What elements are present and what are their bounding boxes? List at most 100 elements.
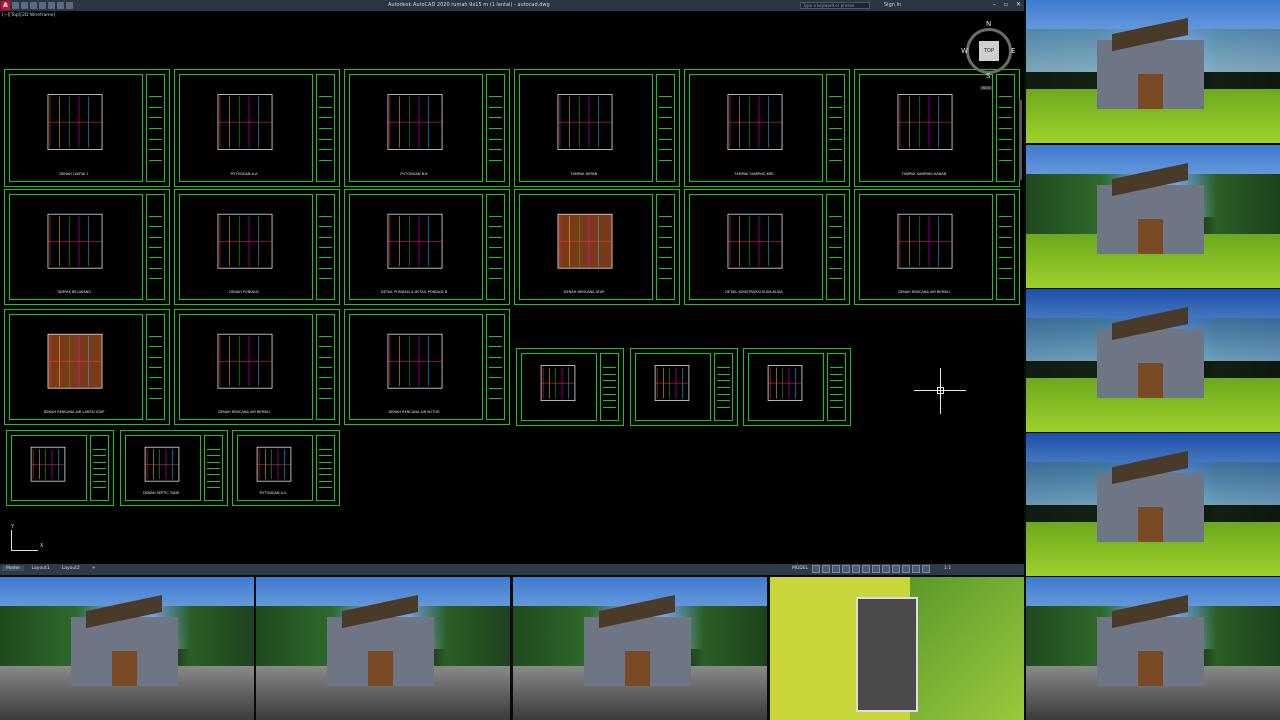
- compass-east[interactable]: E: [1011, 47, 1015, 55]
- new-icon[interactable]: [12, 2, 19, 9]
- sheet-drawing: [30, 446, 66, 482]
- drawing-sheet[interactable]: DETAIL PONDASI A DETAIL PONDASI B: [344, 189, 510, 305]
- drawing-sheet[interactable]: [6, 430, 114, 506]
- sheet-title: DENAH PONDASI: [229, 290, 259, 294]
- window-title: Autodesk AutoCAD 2020 rumah 9x15 m (1 la…: [388, 2, 550, 8]
- undo-icon[interactable]: [57, 2, 64, 9]
- title-bar: A Autodesk AutoCAD 2020 rumah 9x15 m (1 …: [0, 0, 1024, 11]
- snap-icon[interactable]: [822, 565, 830, 573]
- viewcube[interactable]: TOP N S E W WCS: [958, 20, 1022, 90]
- render-street-front-cyclist: [513, 577, 767, 720]
- viewcube-top-face[interactable]: TOP: [979, 41, 999, 61]
- transparency-icon[interactable]: [882, 565, 890, 573]
- layout-tabs: Model Layout1 Layout2 +: [2, 566, 100, 571]
- lineweight-icon[interactable]: [872, 565, 880, 573]
- compass-south[interactable]: S: [986, 72, 990, 80]
- search-input[interactable]: Type a keyword or phrase: [800, 2, 870, 9]
- minimize-icon[interactable]: –: [993, 1, 996, 8]
- drawing-sheet[interactable]: DENAH LANTAI 1: [4, 69, 170, 187]
- sheet-title: DETAIL PONDASI A DETAIL PONDASI B: [380, 290, 448, 294]
- drawing-sheet[interactable]: POTONGAN A-A: [232, 430, 340, 506]
- sheet-drawing: [897, 94, 953, 150]
- sign-in-button[interactable]: Sign In: [884, 2, 901, 8]
- customize-icon[interactable]: [922, 565, 930, 573]
- drawing-sheet[interactable]: DENAH SEPTIC TANK: [120, 430, 228, 506]
- osnap-icon[interactable]: [852, 565, 860, 573]
- sheet-title: DENAH LANTAI 1: [59, 172, 89, 176]
- vertical-scrollbar[interactable]: [1019, 100, 1022, 180]
- annotation-icon[interactable]: [902, 565, 910, 573]
- sheet-title: DETAIL KONSTRUKSI KUDA-KUDA: [725, 290, 783, 294]
- render-street-front-angle: [256, 577, 510, 720]
- selection-cycling-icon[interactable]: [892, 565, 900, 573]
- drawing-sheet[interactable]: TAMPAK DEPAN: [514, 69, 680, 187]
- tab-layout1[interactable]: Layout1: [28, 566, 54, 571]
- drawing-sheet[interactable]: DENAH RENCANA AIR KOTOR: [344, 309, 510, 425]
- ucs-icon: Y X: [8, 522, 48, 554]
- sheet-drawing: [47, 333, 103, 389]
- compass-west[interactable]: W: [961, 47, 968, 55]
- model-space-toggle[interactable]: MODEL: [792, 566, 808, 571]
- drawing-sheet[interactable]: DENAH RENCANA AIR LANTAI ATAP: [4, 309, 170, 425]
- status-bar: Model Layout1 Layout2 + MODEL 1:1: [0, 564, 1024, 575]
- drawing-sheet[interactable]: DENAH PONDASI: [174, 189, 340, 305]
- tab-model[interactable]: Model: [2, 566, 24, 571]
- sheet-title: POTONGAN B-B: [400, 172, 428, 176]
- sheet-drawing: [387, 94, 443, 150]
- plot-icon[interactable]: [48, 2, 55, 9]
- save-as-icon[interactable]: [39, 2, 46, 9]
- maximize-icon[interactable]: ▫: [1004, 1, 1008, 8]
- render-street-front-car: [0, 577, 254, 720]
- render-street-front-gate: [1026, 577, 1280, 720]
- sheet-drawing: [557, 94, 613, 150]
- workspace-gear-icon[interactable]: [912, 565, 920, 573]
- window-controls: – ▫ ✕: [993, 1, 1021, 8]
- ucs-x-label: X: [40, 543, 44, 549]
- render-back-evening: [1026, 433, 1280, 576]
- sheet-drawing: [217, 94, 273, 150]
- drawing-sheet[interactable]: TAMPAK BELAKANG: [4, 189, 170, 305]
- drawing-sheet[interactable]: DENAH RENCANA AIR BERSIH: [174, 309, 340, 425]
- drawing-sheet[interactable]: DENAH RENCANA ATAP: [514, 189, 680, 305]
- drawing-sheet[interactable]: [743, 348, 851, 426]
- polar-icon[interactable]: [842, 565, 850, 573]
- drawing-sheet[interactable]: DETAIL KONSTRUKSI KUDA-KUDA: [684, 189, 850, 305]
- autocad-logo-icon[interactable]: A: [1, 1, 10, 10]
- redo-icon[interactable]: [66, 2, 73, 9]
- drawing-sheet[interactable]: POTONGAN A-A: [174, 69, 340, 187]
- app-window: A Autodesk AutoCAD 2020 rumah 9x15 m (1 …: [0, 0, 1280, 720]
- drawing-sheet[interactable]: TAMPAK SAMPING KIRI: [684, 69, 850, 187]
- sheet-drawing: [727, 213, 783, 269]
- tab-layout2[interactable]: Layout2: [58, 566, 84, 571]
- annotation-scale[interactable]: 1:1: [944, 566, 951, 571]
- sheet-title: TAMPAK DEPAN: [570, 172, 598, 176]
- sheet-drawing: [144, 446, 180, 482]
- drawing-sheet[interactable]: [516, 348, 624, 426]
- sheet-title: POTONGAN A-A: [230, 172, 258, 176]
- ortho-icon[interactable]: [832, 565, 840, 573]
- sheet-title: DENAH RENCANA AIR LANTAI ATAP: [43, 410, 105, 414]
- render-aerial-top: [770, 577, 1024, 720]
- sheet-title: DENAH RENCANA AIR BERSIH: [898, 290, 950, 294]
- sheet-title: DENAH RENCANA AIR BERSIH: [218, 410, 270, 414]
- sheet-title: TAMPAK SAMPING KIRI: [734, 172, 774, 176]
- sheet-drawing: [256, 446, 292, 482]
- drawing-sheet[interactable]: POTONGAN B-B: [344, 69, 510, 187]
- save-icon[interactable]: [30, 2, 37, 9]
- open-icon[interactable]: [21, 2, 28, 9]
- otrack-icon[interactable]: [862, 565, 870, 573]
- sheet-drawing: [727, 94, 783, 150]
- add-layout-button[interactable]: +: [88, 566, 100, 571]
- drawing-sheet[interactable]: [630, 348, 738, 426]
- grid-icon[interactable]: [812, 565, 820, 573]
- drawing-sheet[interactable]: DENAH RENCANA AIR BERSIH: [854, 189, 1020, 305]
- viewport-controls-label[interactable]: [−][Top][2D Wireframe]: [2, 13, 55, 18]
- wcs-menu[interactable]: WCS: [980, 86, 993, 90]
- quick-access-toolbar: [12, 2, 73, 9]
- sheet-drawing: [767, 365, 803, 402]
- compass-north[interactable]: N: [986, 20, 991, 28]
- close-icon[interactable]: ✕: [1016, 1, 1021, 8]
- sheet-title: TAMPAK SAMPING KANAN: [901, 172, 947, 176]
- sheet-drawing: [47, 94, 103, 150]
- sheet-drawing: [897, 213, 953, 269]
